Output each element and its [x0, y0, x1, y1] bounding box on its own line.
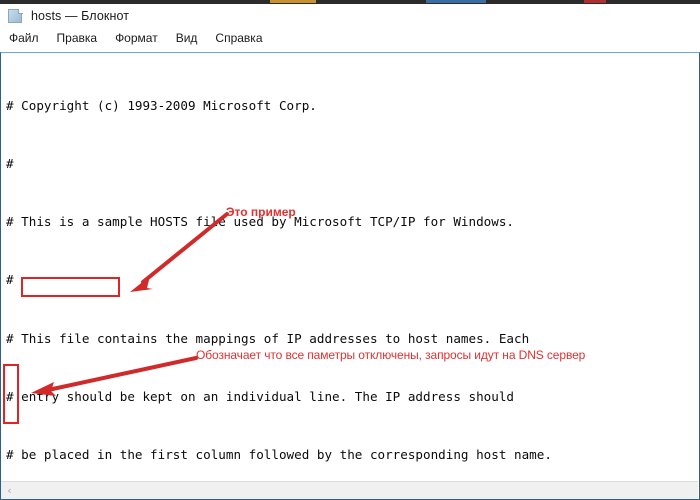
menu-bar: Файл Правка Формат Вид Справка — [0, 28, 700, 48]
scroll-left-arrow-icon[interactable]: ‹ — [1, 482, 18, 499]
menu-item-format[interactable]: Формат — [115, 31, 167, 45]
text-line: # entry should be kept on an individual … — [6, 388, 514, 404]
notepad-document-icon — [8, 8, 23, 24]
screenshot-root: hosts — Блокнот Файл Правка Формат Вид С… — [0, 0, 700, 500]
menu-item-help[interactable]: Справка — [215, 31, 271, 45]
window-title: hosts — Блокнот — [31, 9, 130, 23]
strip-chip — [270, 0, 316, 3]
text-line: # Copyright (c) 1993-2009 Microsoft Corp… — [6, 97, 317, 113]
notepad-window: hosts — Блокнот Файл Правка Формат Вид С… — [0, 4, 700, 500]
text-line: # — [6, 272, 14, 288]
menu-item-file[interactable]: Файл — [9, 31, 48, 45]
scroll-right-arrow-icon[interactable]: › — [681, 482, 698, 499]
text-line: # This file contains the mappings of IP … — [6, 330, 530, 346]
horizontal-scrollbar[interactable]: ‹ › — [1, 481, 698, 499]
strip-chip — [584, 0, 606, 3]
editor-frame: # Copyright (c) 1993-2009 Microsoft Corp… — [0, 52, 700, 500]
text-line: # This is a sample HOSTS file used by Mi… — [6, 214, 514, 230]
strip-chip — [426, 0, 486, 3]
menu-item-edit[interactable]: Правка — [57, 31, 107, 45]
text-line: # be placed in the first column followed… — [6, 447, 552, 463]
text-line: # — [6, 156, 14, 172]
menu-item-view[interactable]: Вид — [176, 31, 207, 45]
text-editor-area[interactable]: # Copyright (c) 1993-2009 Microsoft Corp… — [1, 53, 699, 478]
title-bar: hosts — Блокнот — [0, 4, 700, 28]
